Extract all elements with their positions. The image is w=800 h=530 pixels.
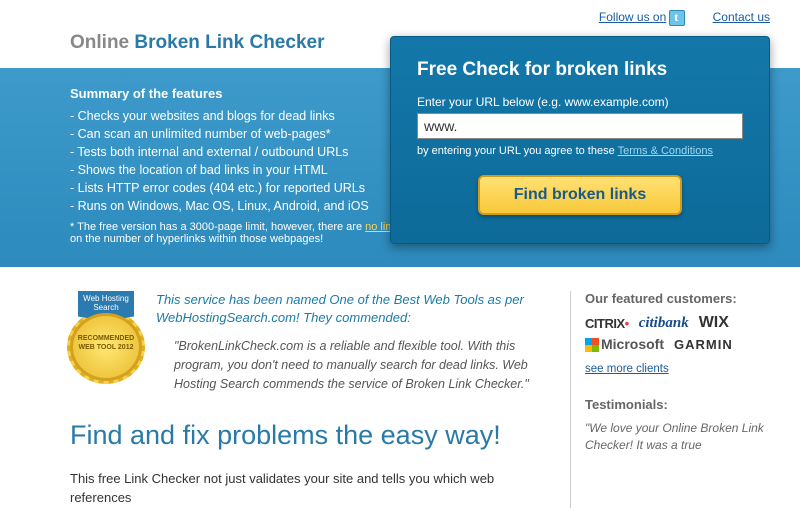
testimonials-heading: Testimonials: [585, 397, 770, 412]
url-input[interactable] [417, 113, 743, 139]
endorsement-text: This service has been named One of the B… [156, 291, 540, 327]
customer-logos: CITRIX• citibank WIX Microsoft GARMIN [585, 314, 770, 352]
follow-link[interactable]: Follow us on [599, 10, 666, 24]
agree-text: by entering your URL you agree to these … [417, 145, 743, 157]
body-paragraph: This free Link Checker not just validate… [70, 469, 540, 508]
contact-link[interactable]: Contact us [713, 10, 770, 24]
box-heading: Free Check for broken links [417, 59, 743, 81]
features-note: * The free version has a 3000-page limit… [70, 221, 410, 245]
find-links-button[interactable]: Find broken links [478, 175, 682, 215]
top-links: Follow us on Contact us [0, 0, 800, 32]
testimonial-text: "We love your Online Broken Link Checker… [585, 420, 770, 454]
customers-heading: Our featured customers: [585, 291, 770, 306]
microsoft-icon [585, 338, 599, 352]
see-more-clients-link[interactable]: see more clients [585, 363, 669, 375]
badge-seal-icon: RECOMMENDED WEB TOOL 2012 [70, 313, 142, 381]
logo-wix: WIX [699, 314, 729, 332]
logo-citibank: citibank [639, 315, 689, 332]
logo-citrix: CITRIX• [585, 316, 629, 331]
url-label: Enter your URL below (e.g. www.example.c… [417, 95, 743, 109]
twitter-icon[interactable] [669, 10, 685, 26]
logo-microsoft: Microsoft [585, 336, 664, 352]
endorsement-quote: "BrokenLinkCheck.com is a reliable and f… [156, 337, 540, 393]
award-badge: Web Hosting Search RECOMMENDED WEB TOOL … [70, 291, 142, 381]
url-check-box: Free Check for broken links Enter your U… [390, 36, 770, 244]
logo-garmin: GARMIN [674, 337, 733, 352]
main-heading: Find and fix problems the easy way! [70, 420, 540, 451]
terms-link[interactable]: Terms & Conditions [618, 145, 713, 157]
